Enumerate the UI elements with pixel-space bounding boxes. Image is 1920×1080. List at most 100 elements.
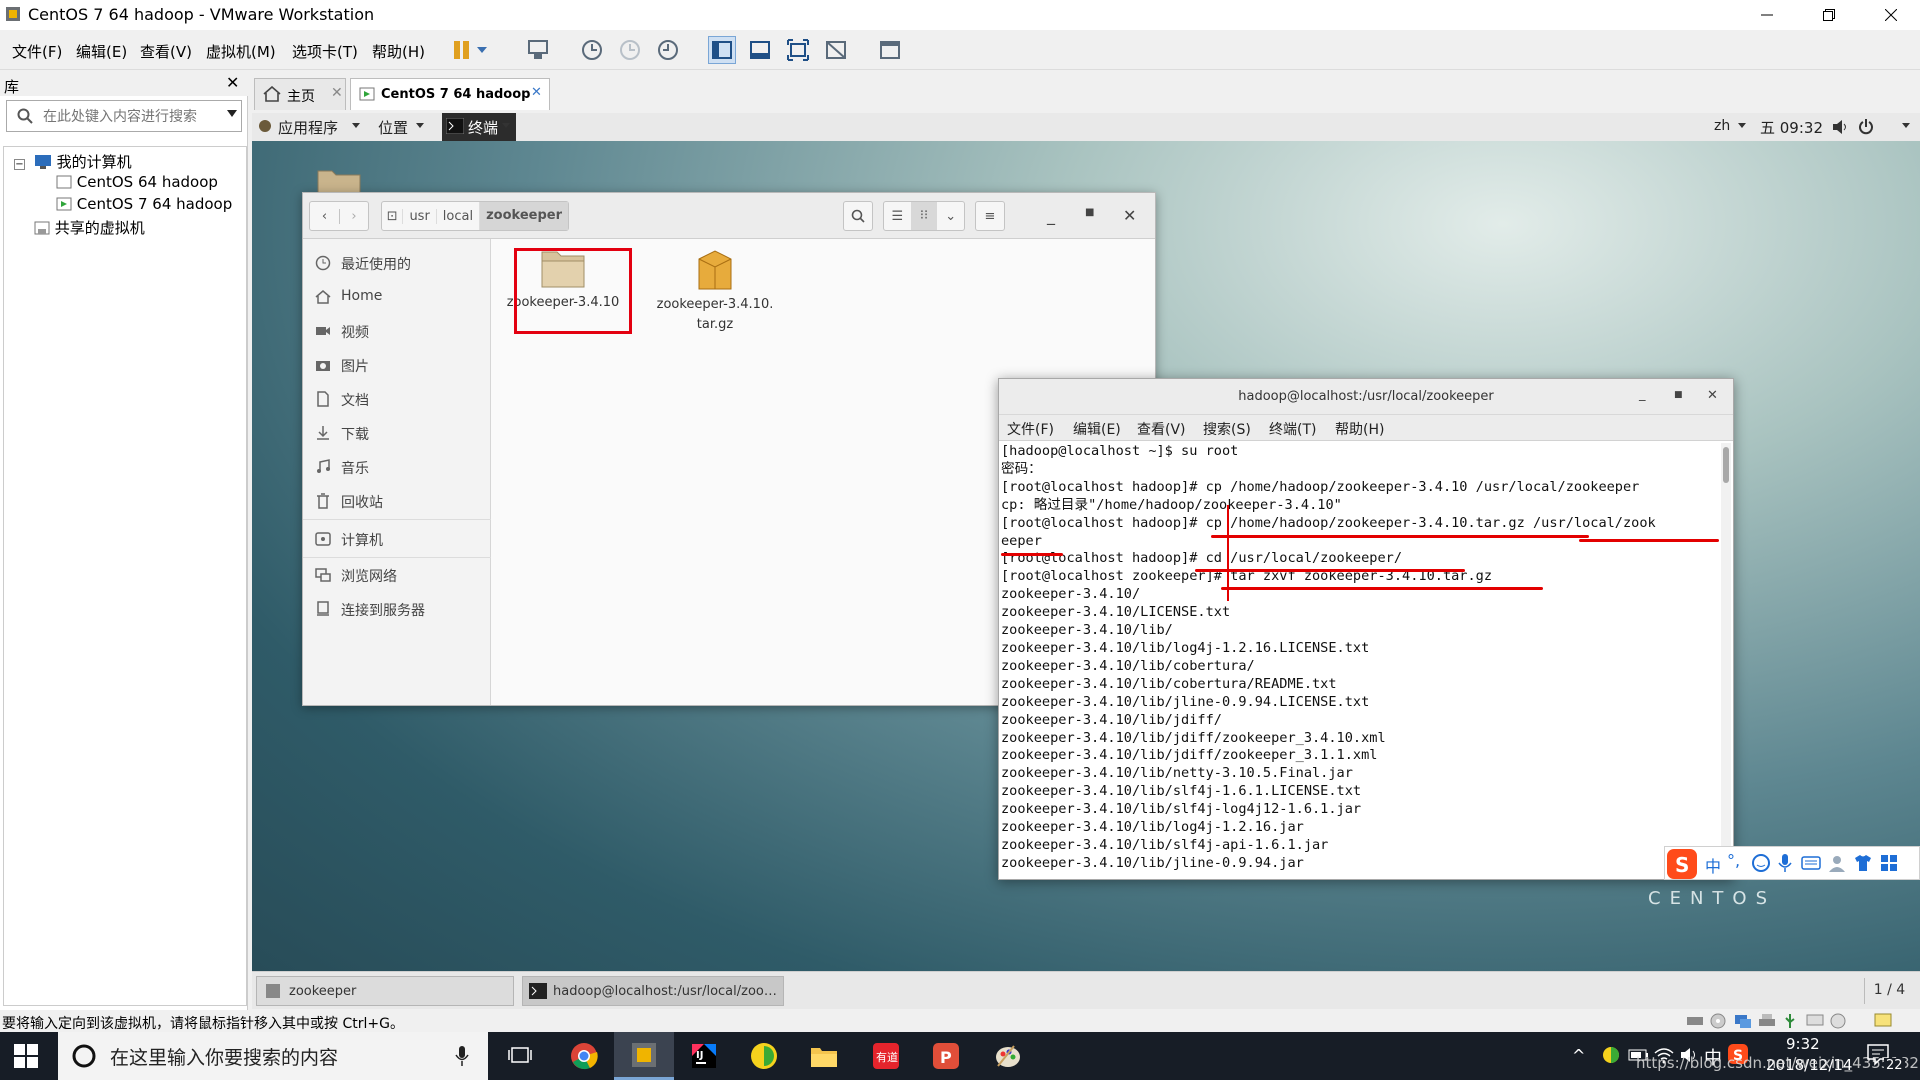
search-button[interactable] [843, 201, 873, 231]
keyboard-icon[interactable] [1801, 855, 1821, 871]
drive-icon[interactable]: ⊡ [382, 209, 402, 224]
input-method-indicator[interactable]: zh [1714, 118, 1730, 134]
emoji-icon[interactable] [1751, 853, 1771, 873]
tray-app-icon[interactable] [1602, 1046, 1620, 1064]
sidebar-item-network[interactable]: 浏览网络 [303, 559, 491, 591]
taskbar-item-terminal[interactable]: hadoop@localhost:/usr/local/zoo… [522, 976, 784, 1006]
terminal-menu-file[interactable]: 文件(F) [1007, 419, 1054, 439]
minimize-icon[interactable]: _ [1047, 206, 1055, 225]
tree-shared-vms[interactable]: 共享的虚拟机 [34, 217, 145, 238]
full-screen-icon[interactable] [784, 36, 812, 64]
skin-icon[interactable] [1853, 853, 1873, 873]
terminal-output[interactable]: [hadoop@localhost ~]$ su root 密码： [root@lo… [1001, 443, 1719, 879]
tab-centos7[interactable]: CentOS 7 64 hadoop ✕ [350, 78, 550, 110]
microphone-icon[interactable] [454, 1045, 470, 1067]
back-forward-buttons[interactable]: ‹ › [309, 201, 369, 231]
windows-start-icon[interactable] [14, 1044, 38, 1068]
maximize-icon[interactable]: ■ [1674, 390, 1683, 400]
windows-search-box[interactable]: 在这里输入你要搜索的内容 [58, 1032, 488, 1080]
menu-view[interactable]: 查看(V) [140, 41, 192, 62]
youdao-icon[interactable]: 有道 [856, 1032, 916, 1080]
scrollbar-thumb[interactable] [1723, 447, 1729, 483]
back-icon[interactable]: ‹ [310, 209, 339, 224]
console-view-icon[interactable] [876, 36, 904, 64]
network-adapter-icon[interactable] [1734, 1013, 1752, 1029]
grid-view-icon[interactable]: ⁝⁝ [910, 202, 938, 230]
sidebar-item-pictures[interactable]: 图片 [303, 349, 491, 381]
sidebar-item-downloads[interactable]: 下载 [303, 417, 491, 449]
library-search-input[interactable] [43, 106, 213, 126]
menu-vm[interactable]: 虚拟机(M) [206, 41, 276, 62]
show-library-icon[interactable] [708, 36, 736, 64]
menu-tabs[interactable]: 选项卡(T) [292, 41, 358, 62]
close-icon[interactable]: ✕ [1123, 206, 1136, 225]
close-icon[interactable]: ✕ [1707, 388, 1718, 403]
dropdown-arrow-icon[interactable] [227, 110, 237, 118]
music-app-icon[interactable] [734, 1032, 794, 1080]
close-button[interactable] [1868, 0, 1914, 30]
places-menu[interactable]: 位置 [378, 117, 408, 138]
minimize-button[interactable] [1744, 0, 1790, 30]
path-usr[interactable]: usr [402, 208, 435, 224]
workspace-indicator[interactable]: 1 / 4 [1864, 978, 1914, 1004]
sound-card-icon[interactable] [1830, 1013, 1846, 1029]
path-local[interactable]: local [435, 208, 479, 224]
applications-menu[interactable]: 应用程序 [278, 117, 338, 138]
sidebar-item-videos[interactable]: 视频 [303, 315, 491, 347]
sidebar-item-music[interactable]: 音乐 [303, 451, 491, 483]
taskbar-item-files[interactable]: zookeeper [256, 976, 514, 1006]
menu-icon[interactable]: ≡ [975, 201, 1005, 231]
send-ctrl-alt-del-icon[interactable] [524, 36, 552, 64]
pause-button[interactable] [450, 36, 492, 64]
list-view-icon[interactable]: ☰ [884, 209, 911, 224]
sidebar-item-home[interactable]: Home [303, 281, 491, 313]
usb-icon[interactable] [1782, 1013, 1798, 1029]
volume-icon[interactable] [1832, 119, 1848, 135]
maximize-icon[interactable]: ■ [1085, 207, 1094, 218]
minimize-icon[interactable]: _ [1639, 387, 1646, 402]
wps-presentation-icon[interactable]: P [916, 1032, 976, 1080]
toolbox-icon[interactable] [1879, 853, 1899, 873]
tab-home[interactable]: 主页 ✕ [254, 78, 346, 110]
sidebar-item-trash[interactable]: 回收站 [303, 485, 491, 517]
ime-toolbar[interactable]: S 中 °, [1664, 846, 1920, 880]
file-explorer-icon[interactable] [794, 1032, 854, 1080]
snapshot-manager-icon[interactable] [654, 36, 682, 64]
paint-icon[interactable] [978, 1032, 1038, 1080]
library-close-icon[interactable]: ✕ [226, 73, 239, 92]
display-icon[interactable] [1806, 1013, 1824, 1029]
desktop-folder-icon[interactable] [316, 167, 362, 195]
unity-icon[interactable] [822, 36, 850, 64]
tree-vm-centos7[interactable]: CentOS 7 64 hadoop [56, 195, 232, 213]
sidebar-item-computer[interactable]: 计算机 [303, 523, 491, 555]
maximize-button[interactable] [1806, 0, 1852, 30]
path-zookeeper[interactable]: zookeeper [479, 202, 568, 230]
collapse-icon[interactable]: − [14, 159, 25, 170]
tab-close-icon[interactable]: ✕ [331, 85, 343, 101]
terminal-menu-search[interactable]: 搜索(S) [1203, 419, 1251, 439]
message-icon[interactable] [1874, 1013, 1892, 1029]
chevron-down-icon[interactable]: ⌄ [937, 209, 964, 224]
show-thumbnail-icon[interactable] [746, 36, 774, 64]
menu-edit[interactable]: 编辑(E) [76, 41, 127, 62]
power-icon[interactable] [1858, 119, 1874, 135]
terminal-menu-help[interactable]: 帮助(H) [1335, 419, 1384, 439]
printer-icon[interactable] [1758, 1013, 1776, 1029]
menu-help[interactable]: 帮助(H) [372, 41, 425, 62]
terminal-menu-view[interactable]: 查看(V) [1137, 419, 1186, 439]
sidebar-item-connect-server[interactable]: 连接到服务器 [303, 593, 491, 625]
file-item-archive[interactable]: zookeeper-3.4.10. tar.gz [655, 249, 775, 335]
taskbar-time[interactable]: 9:32 [1786, 1035, 1820, 1053]
terminal-scrollbar[interactable] [1721, 443, 1731, 879]
user-icon[interactable] [1827, 853, 1847, 873]
tree-vm-centos64[interactable]: CentOS 64 hadoop [56, 173, 218, 191]
snapshot-icon[interactable] [578, 36, 606, 64]
ime-mode-label[interactable]: 中 [1705, 853, 1721, 877]
intellij-icon[interactable]: IJ [674, 1032, 734, 1080]
library-search[interactable] [6, 100, 242, 132]
terminal-menu-terminal[interactable]: 终端(T) [1269, 419, 1316, 439]
chevron-up-icon[interactable]: ^ [1572, 1046, 1585, 1065]
forward-icon[interactable]: › [338, 208, 368, 224]
menu-file[interactable]: 文件(F) [12, 41, 62, 62]
tree-my-computer[interactable]: − 我的计算机 [14, 151, 132, 172]
